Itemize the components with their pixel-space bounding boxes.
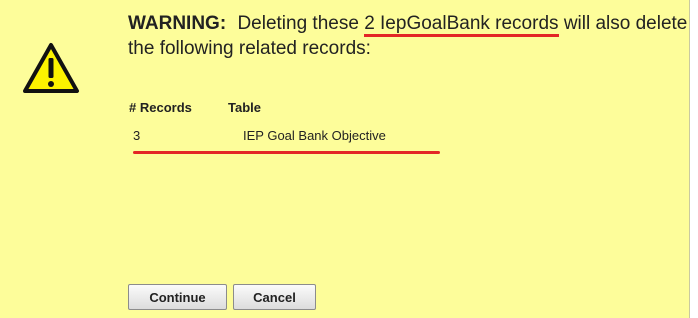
warning-triangle-icon (23, 43, 79, 93)
highlighted-record-count: 2 IepGoalBank records (364, 14, 559, 37)
header-table: Table (228, 100, 261, 115)
message-before: Deleting these (237, 13, 359, 34)
header-records: # Records (129, 100, 192, 115)
row-highlight-underline (133, 151, 440, 154)
warning-label: WARNING: (128, 13, 227, 34)
delete-warning-dialog: WARNING: Deleting these 2 IepGoalBank re… (0, 0, 690, 318)
row-table-name: IEP Goal Bank Objective (243, 128, 386, 143)
row-record-count: 3 (133, 128, 141, 143)
cancel-button[interactable]: Cancel (233, 284, 316, 310)
warning-message: WARNING: Deleting these 2 IepGoalBank re… (128, 12, 688, 60)
continue-button[interactable]: Continue (128, 284, 227, 310)
